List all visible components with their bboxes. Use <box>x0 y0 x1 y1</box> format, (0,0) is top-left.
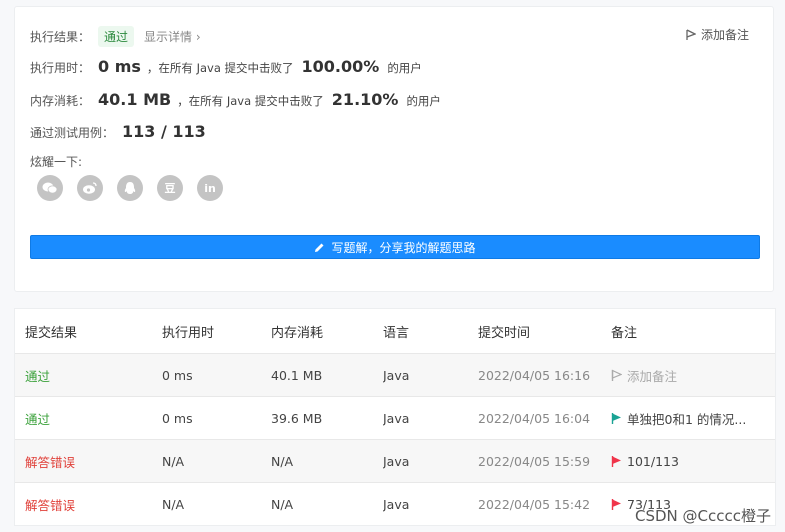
add-note-label: 添加备注 <box>700 28 749 42</box>
share-label: 炫耀一下: <box>30 155 83 169</box>
header-memory: 内存消耗 <box>271 309 383 354</box>
add-note-button[interactable]: 添加备注 <box>686 26 749 43</box>
header-note: 备注 <box>611 309 775 354</box>
runtime-percent: 100.00% <box>301 57 380 76</box>
runtime-cell: N/A <box>162 439 271 483</box>
language-cell: Java <box>383 439 478 483</box>
linkedin-icon[interactable]: in <box>197 175 223 201</box>
wechat-icon[interactable] <box>37 175 63 201</box>
status-badge: 通过 <box>98 26 135 47</box>
csdn-watermark: CSDN @Ccccc橙子 <box>635 507 771 525</box>
memory-value: 40.1 MB <box>98 90 172 109</box>
linkedin-glyph: in <box>204 181 216 195</box>
testcases-row: 通过测试用例： 113 / 113 <box>30 122 206 141</box>
douban-icon[interactable]: 豆 <box>157 175 183 201</box>
pencil-icon <box>315 243 324 252</box>
write-solution-label: 写题解，分享我的解题思路 <box>331 240 476 255</box>
result-cell[interactable]: 解答错误 <box>15 482 162 525</box>
table-row[interactable]: 解答错误 N/A N/A Java 2022/04/05 15:59 101/1… <box>15 439 775 483</box>
table-header-row: 提交结果 执行用时 内存消耗 语言 提交时间 备注 <box>15 309 775 354</box>
qq-icon[interactable] <box>117 175 143 201</box>
note-cell[interactable]: 单独把0和1 的情况... <box>611 396 775 440</box>
runtime-value: 0 ms <box>98 57 141 76</box>
runtime-suffix: 的用户 <box>387 61 422 75</box>
memory-cell: 40.1 MB <box>271 353 383 397</box>
flag-icon <box>611 455 621 467</box>
submissions-card: 提交结果 执行用时 内存消耗 语言 提交时间 备注 通过 0 ms 40.1 M… <box>14 308 776 526</box>
flag-icon <box>686 28 696 40</box>
language-cell: Java <box>383 482 478 525</box>
runtime-cell: 0 ms <box>162 353 271 397</box>
douban-glyph: 豆 <box>164 182 176 195</box>
time-cell: 2022/04/05 16:04 <box>478 396 611 440</box>
runtime-row: 执行用时： 0 ms ，在所有 Java 提交中击败了 100.00% 的用户 <box>30 57 422 76</box>
testcases-label: 通过测试用例： <box>30 126 115 140</box>
memory-label: 内存消耗： <box>30 94 91 108</box>
share-row: 炫耀一下: <box>30 153 90 170</box>
runtime-label: 执行用时： <box>30 61 91 75</box>
write-solution-button[interactable]: 写题解，分享我的解题思路 <box>30 235 760 259</box>
runtime-mid-text: ，在所有 Java 提交中击败了 <box>146 61 294 75</box>
runtime-cell: 0 ms <box>162 396 271 440</box>
result-row: 执行结果： 通过 显示详情 › <box>30 26 201 47</box>
result-card: 执行结果： 通过 显示详情 › 添加备注 执行用时： 0 ms ，在所有 Jav… <box>14 6 774 292</box>
time-cell: 2022/04/05 16:16 <box>478 353 611 397</box>
header-submit-time: 提交时间 <box>478 309 611 354</box>
memory-cell: N/A <box>271 482 383 525</box>
language-cell: Java <box>383 396 478 440</box>
note-text: 添加备注 <box>627 368 678 384</box>
table-row[interactable]: 通过 0 ms 40.1 MB Java 2022/04/05 16:16 添加… <box>15 353 775 397</box>
memory-mid-text: ，在所有 Java 提交中击败了 <box>177 94 324 108</box>
table-row[interactable]: 通过 0 ms 39.6 MB Java 2022/04/05 16:04 单独… <box>15 396 775 440</box>
memory-suffix: 的用户 <box>406 94 441 108</box>
result-label: 执行结果： <box>30 30 91 44</box>
show-details-link[interactable]: 显示详情 › <box>144 28 201 45</box>
header-runtime: 执行用时 <box>162 309 271 354</box>
result-cell[interactable]: 解答错误 <box>15 439 162 483</box>
memory-row: 内存消耗： 40.1 MB ，在所有 Java 提交中击败了 21.10% 的用… <box>30 90 441 109</box>
header-language: 语言 <box>383 309 478 354</box>
result-cell[interactable]: 通过 <box>15 353 162 397</box>
testcases-value: 113 / 113 <box>122 122 206 141</box>
result-cell[interactable]: 通过 <box>15 396 162 440</box>
note-text: 101/113 <box>627 453 679 469</box>
time-cell: 2022/04/05 15:59 <box>478 439 611 483</box>
language-cell: Java <box>383 353 478 397</box>
runtime-cell: N/A <box>162 482 271 525</box>
memory-cell: N/A <box>271 439 383 483</box>
submissions-table: 提交结果 执行用时 内存消耗 语言 提交时间 备注 通过 0 ms 40.1 M… <box>15 309 775 525</box>
flag-icon <box>611 369 622 381</box>
weibo-icon[interactable] <box>77 175 103 201</box>
note-cell[interactable]: 添加备注 <box>611 353 775 397</box>
memory-cell: 39.6 MB <box>271 396 383 440</box>
flag-icon <box>611 412 621 424</box>
flag-icon <box>611 498 621 510</box>
note-cell[interactable]: 101/113 <box>611 439 775 483</box>
share-icons: 豆 in <box>37 175 223 201</box>
note-text: 单独把0和1 的情况... <box>627 411 747 427</box>
time-cell: 2022/04/05 15:42 <box>478 482 611 525</box>
memory-percent: 21.10% <box>331 90 399 109</box>
header-result: 提交结果 <box>15 309 162 354</box>
